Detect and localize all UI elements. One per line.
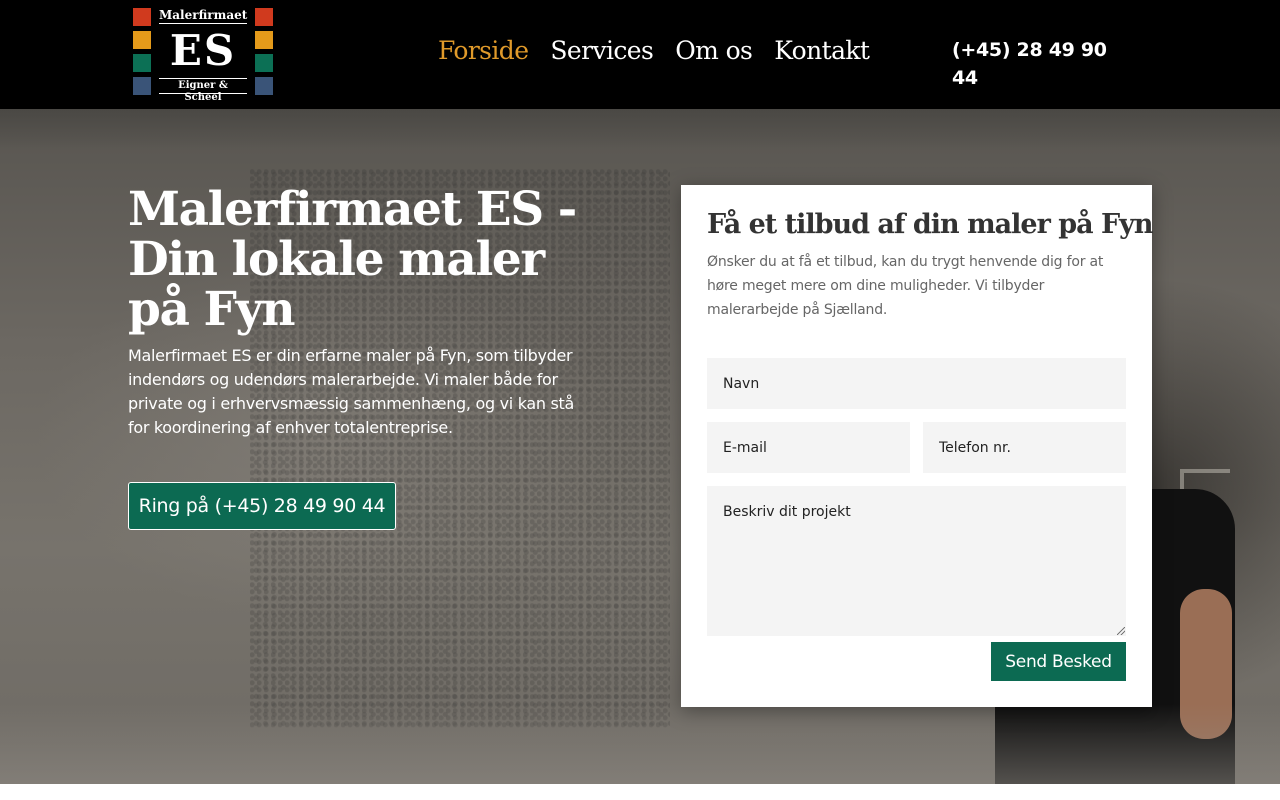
message-field[interactable] bbox=[707, 486, 1126, 636]
call-button[interactable]: Ring på (+45) 28 49 90 44 bbox=[128, 482, 396, 530]
logo-square-green bbox=[133, 54, 151, 72]
logo-divider bbox=[159, 23, 247, 24]
email-field[interactable] bbox=[707, 422, 910, 473]
logo-square-blue bbox=[133, 77, 151, 95]
page-bottom-strip bbox=[0, 784, 1280, 800]
header-phone-link[interactable]: (+45) 28 49 90 44 bbox=[952, 36, 1112, 89]
resize-handle-icon[interactable] bbox=[1117, 627, 1125, 635]
logo-divider bbox=[159, 93, 247, 94]
nav-services[interactable]: Services bbox=[550, 31, 653, 71]
logo-square-green bbox=[255, 54, 273, 72]
site-header: Malerfirmaet ES Eigner & Scheel Forside … bbox=[0, 0, 1280, 109]
logo-divider bbox=[159, 78, 247, 79]
hero-description: Malerfirmaet ES er din erfarne maler på … bbox=[128, 346, 575, 437]
nav-forside[interactable]: Forside bbox=[438, 31, 529, 71]
logo-top-text: Malerfirmaet bbox=[159, 8, 248, 22]
quote-form-card: Få et tilbud af din maler på Fyn Ønsker … bbox=[681, 185, 1153, 707]
nav-kontakt[interactable]: Kontakt bbox=[774, 31, 870, 71]
logo-square-orange bbox=[255, 31, 273, 49]
send-button[interactable]: Send Besked bbox=[991, 642, 1126, 681]
phone-field[interactable] bbox=[923, 422, 1126, 473]
logo-main-text: ES bbox=[169, 26, 237, 75]
logo-square-orange bbox=[133, 31, 151, 49]
hero-background bbox=[0, 704, 1280, 784]
name-field[interactable] bbox=[707, 358, 1126, 409]
form-title: Få et tilbud af din maler på Fyn bbox=[707, 209, 1153, 240]
hero-background bbox=[0, 109, 1280, 149]
logo[interactable]: Malerfirmaet ES Eigner & Scheel bbox=[133, 8, 273, 103]
logo-bottom-text: Eigner & Scheel bbox=[178, 80, 228, 103]
logo-square-blue bbox=[255, 77, 273, 95]
form-description: Ønsker du at få et tilbud, kan du trygt … bbox=[707, 254, 1104, 318]
main-nav: Forside Services Om os Kontakt bbox=[438, 31, 870, 71]
logo-square-red bbox=[133, 8, 151, 26]
hero-title: Malerfirmaet ES - Din lokale maler på Fy… bbox=[128, 182, 577, 337]
nav-om-os[interactable]: Om os bbox=[675, 31, 753, 71]
logo-square-red bbox=[255, 8, 273, 26]
